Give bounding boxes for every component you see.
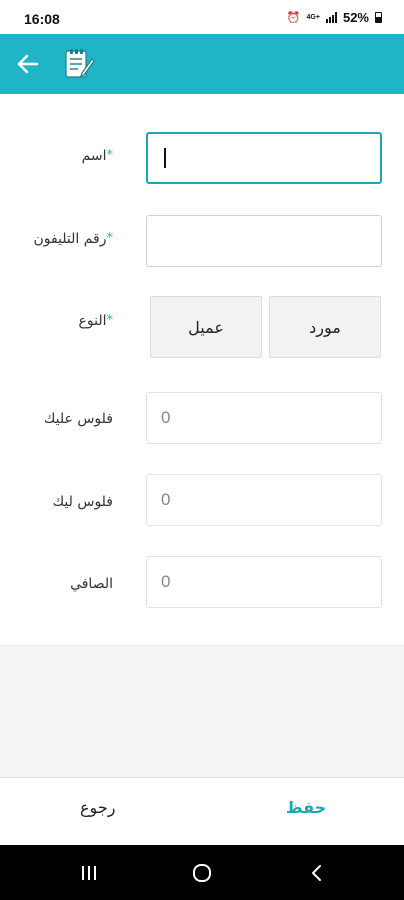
- owed-by-you-input[interactable]: 0: [146, 392, 382, 444]
- name-label: *اسم: [82, 148, 113, 164]
- type-required-mark: *: [106, 313, 114, 328]
- system-nav-bar: [0, 845, 404, 900]
- owed-to-you-input[interactable]: 0: [146, 474, 382, 526]
- recent-apps-icon[interactable]: [74, 859, 104, 887]
- net-label: الصافي: [70, 576, 113, 592]
- note-icon: [62, 47, 96, 81]
- toolbar: [0, 34, 404, 94]
- home-icon[interactable]: [187, 859, 217, 887]
- phone-label: *رقم التليفون: [33, 231, 113, 247]
- owed-by-you-label: فلوس عليك: [43, 411, 113, 427]
- phone-input[interactable]: [146, 215, 382, 267]
- status-icons: ⏰ 4G+ 52%: [287, 10, 382, 25]
- type-label-text: النوع: [78, 313, 107, 329]
- type-label: *النوع: [79, 313, 113, 329]
- name-input[interactable]: [146, 132, 382, 184]
- type-option-supplier[interactable]: مورد: [269, 296, 381, 358]
- phone-label-text: رقم التليفون: [33, 231, 107, 247]
- network-icon: 4G+: [306, 14, 320, 21]
- back-icon[interactable]: [302, 859, 332, 887]
- signal-icon: [325, 12, 337, 23]
- battery-icon: [375, 12, 382, 23]
- owed-to-you-label: فلوس ليك: [52, 494, 113, 510]
- status-time: 16:08: [24, 11, 60, 27]
- status-bar: 16:08 ⏰ 4G+ 52%: [0, 0, 404, 34]
- battery-percent: 52%: [342, 10, 369, 25]
- net-input[interactable]: 0: [146, 556, 382, 608]
- empty-area: [0, 645, 404, 777]
- contact-form: *اسم *رقم التليفون *النوع عميل مورد فلوس…: [0, 94, 404, 645]
- action-bar: رجوع حفظ: [0, 777, 404, 845]
- text-cursor: [164, 148, 166, 168]
- alarm-icon: ⏰: [286, 12, 301, 24]
- back-arrow-icon[interactable]: [12, 48, 44, 80]
- name-label-text: اسم: [81, 148, 107, 164]
- phone-required-mark: *: [106, 231, 114, 246]
- name-required-mark: *: [106, 148, 114, 163]
- save-button[interactable]: حفظ: [286, 798, 326, 817]
- back-button[interactable]: رجوع: [80, 798, 115, 817]
- type-option-customer[interactable]: عميل: [150, 296, 262, 358]
